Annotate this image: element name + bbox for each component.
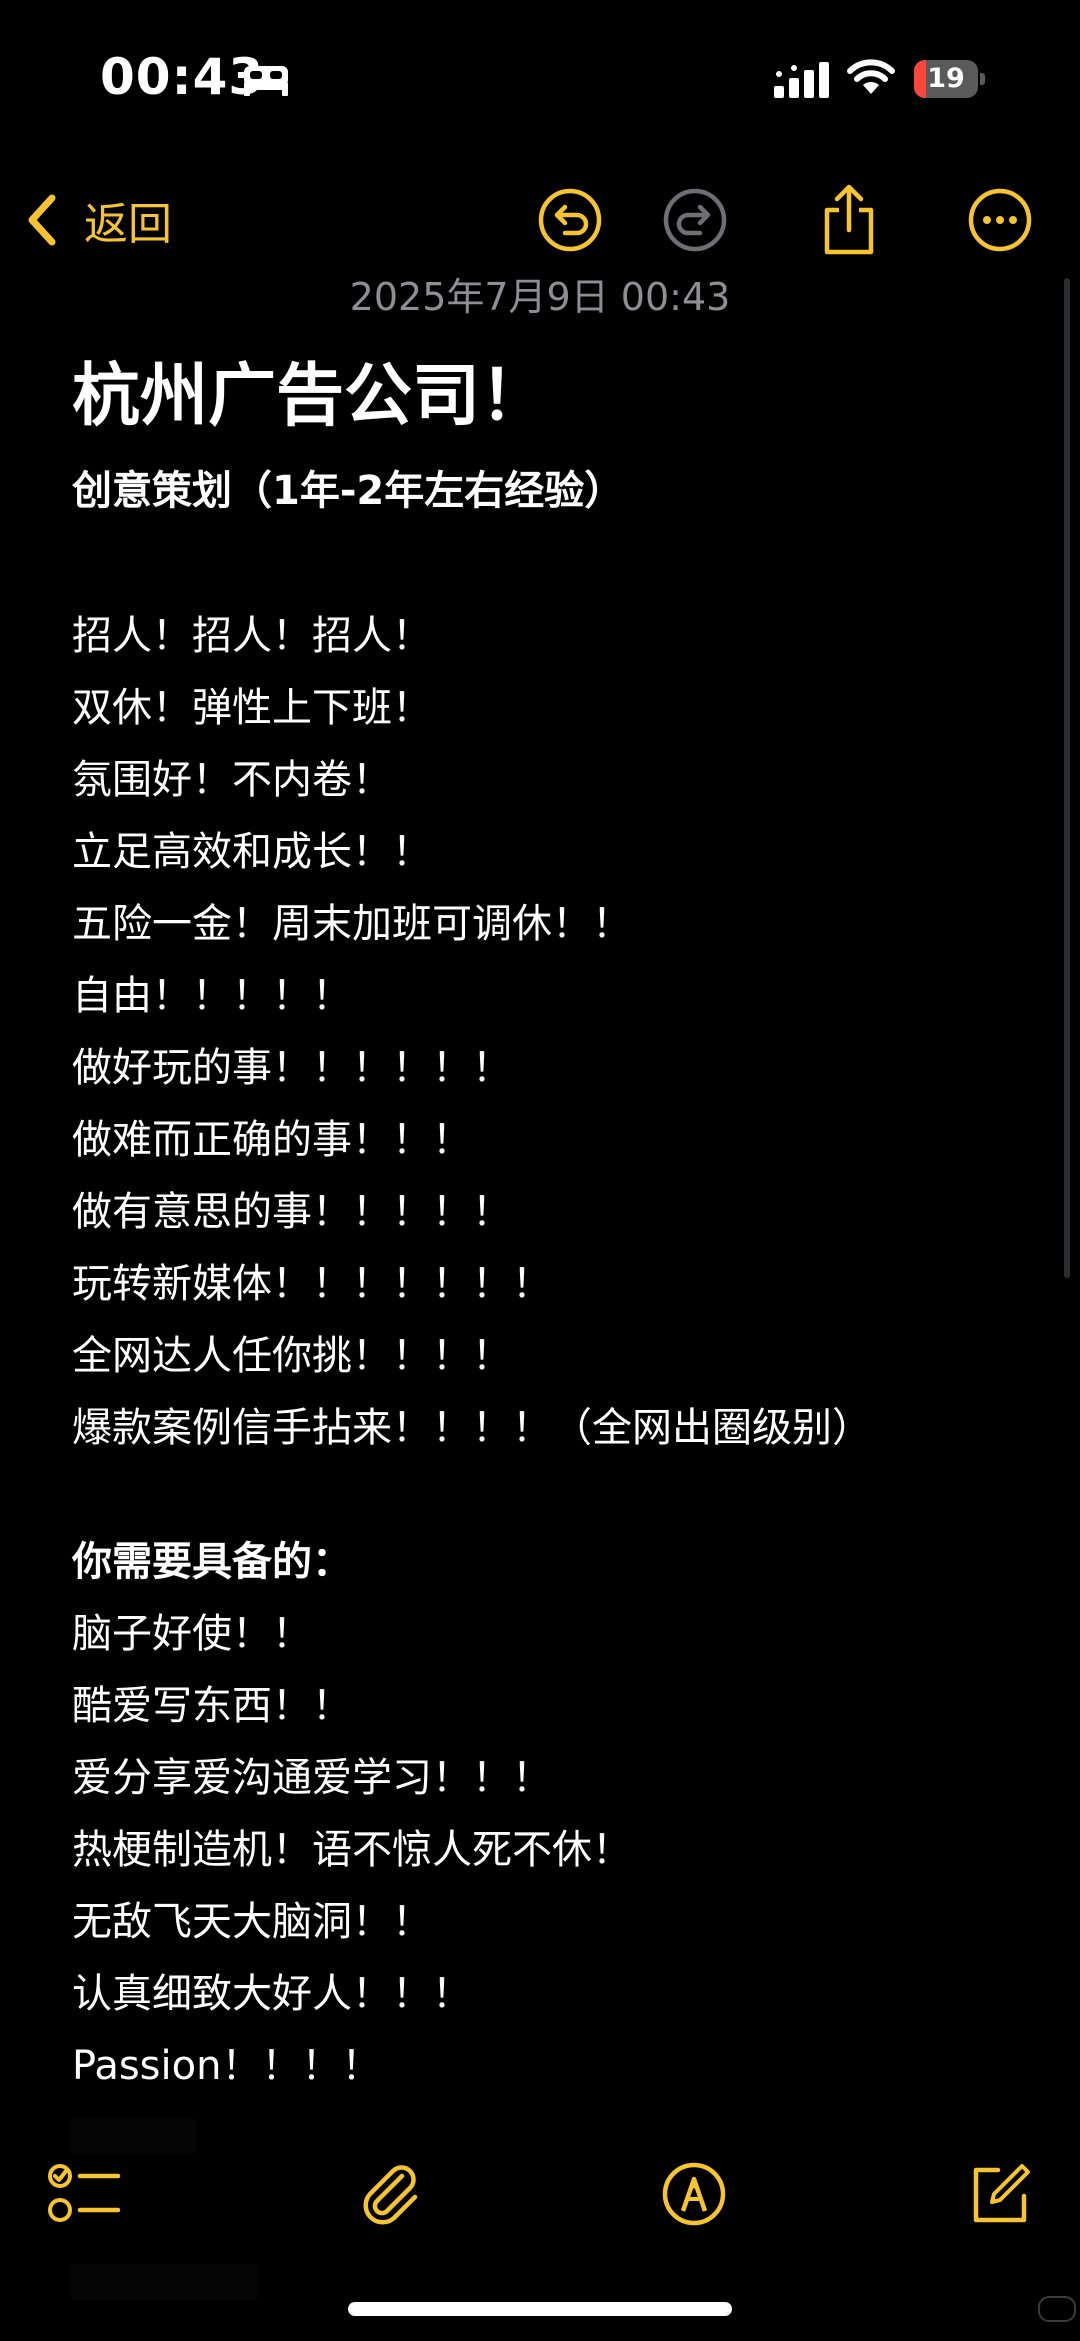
note-line[interactable]: 玩转新媒体！！！！！！！ <box>72 1248 1032 1320</box>
battery-icon: 19 <box>914 60 986 98</box>
note-body[interactable]: 招人！招人！招人！ 双休！弹性上下班！ 氛围好！不内卷！ 立足高效和成长！！ 五… <box>72 600 1032 1464</box>
attachment-button[interactable] <box>342 2144 442 2244</box>
status-time: 00:43 <box>100 48 265 106</box>
redo-icon <box>663 188 727 252</box>
signal-icon <box>774 62 829 98</box>
battery-level: 19 <box>927 63 965 94</box>
requirements-list[interactable]: 脑子好使！！ 酷爱写东西！！ 爱分享爱沟通爱学习！！！ 热梗制造机！语不惊人死不… <box>72 1598 1032 2102</box>
redo-button[interactable] <box>647 172 743 268</box>
requirements-heading[interactable]: 你需要具备的： <box>72 1526 352 1598</box>
note-line[interactable]: 五险一金！周末加班可调休！！ <box>72 888 1032 960</box>
more-button[interactable] <box>952 172 1048 268</box>
note-line[interactable]: 做有意思的事！！！！！ <box>72 1176 1032 1248</box>
bottom-toolbar <box>0 2140 1080 2250</box>
status-bar: 00:43 19 <box>0 0 1080 160</box>
scroll-indicator[interactable] <box>1064 278 1070 1278</box>
checklist-icon <box>48 2164 120 2222</box>
requirement-line[interactable]: Passion！！！！ <box>72 2030 1032 2102</box>
requirement-line[interactable]: 酷爱写东西！！ <box>72 1670 1032 1742</box>
note-line[interactable]: 招人！招人！招人！ <box>72 600 1032 672</box>
undo-button[interactable] <box>522 172 618 268</box>
note-date: 2025年7月9日 00:43 <box>349 275 731 319</box>
markup-button[interactable] <box>644 2144 744 2244</box>
note-line[interactable]: 立足高效和成长！！ <box>72 816 1032 888</box>
share-button[interactable] <box>801 172 897 268</box>
note-line[interactable]: 做好玩的事！！！！！！ <box>72 1032 1032 1104</box>
note-line[interactable]: 自由！！！！！ <box>72 960 1032 1032</box>
share-icon <box>824 184 874 255</box>
note-line[interactable]: 氛围好！不内卷！ <box>72 744 1032 816</box>
note-line[interactable]: 全网达人任你挑！！！！ <box>72 1320 1032 1392</box>
undo-icon <box>538 188 602 252</box>
back-chevron-icon <box>28 194 56 246</box>
requirement-line[interactable]: 脑子好使！！ <box>72 1598 1032 1670</box>
back-label: 返回 <box>84 199 172 250</box>
watermark-badge <box>1038 2296 1076 2322</box>
requirement-line[interactable]: 认真细致大好人！！！ <box>72 1958 1032 2030</box>
requirement-line[interactable]: 爱分享爱沟通爱学习！！！ <box>72 1742 1032 1814</box>
markup-icon <box>662 2162 726 2226</box>
compose-button[interactable] <box>950 2144 1050 2244</box>
wifi-icon <box>847 59 895 94</box>
note-line[interactable]: 双休！弹性上下班！ <box>72 672 1032 744</box>
nav-bar: 返回 <box>0 160 1080 280</box>
note-subtitle[interactable]: 创意策划（1年-2年左右经验） <box>72 458 624 516</box>
back-button[interactable]: 返回 <box>22 180 172 260</box>
home-indicator[interactable] <box>348 2302 732 2316</box>
note-line[interactable]: 做难而正确的事！！！ <box>72 1104 1032 1176</box>
checklist-button[interactable] <box>34 2144 134 2244</box>
attachment-icon <box>363 2165 418 2225</box>
requirement-line[interactable]: 无敌飞天大脑洞！！ <box>72 1886 1032 1958</box>
compose-icon <box>973 2164 1030 2223</box>
note-line[interactable]: 爆款案例信手拈来！！！！（全网出圈级别） <box>72 1392 1032 1464</box>
note-title[interactable]: 杭州广告公司！ <box>72 340 548 439</box>
bed-icon <box>244 66 288 96</box>
requirement-line[interactable]: 热梗制造机！语不惊人死不休！ <box>72 1814 1032 1886</box>
more-icon <box>968 188 1032 252</box>
